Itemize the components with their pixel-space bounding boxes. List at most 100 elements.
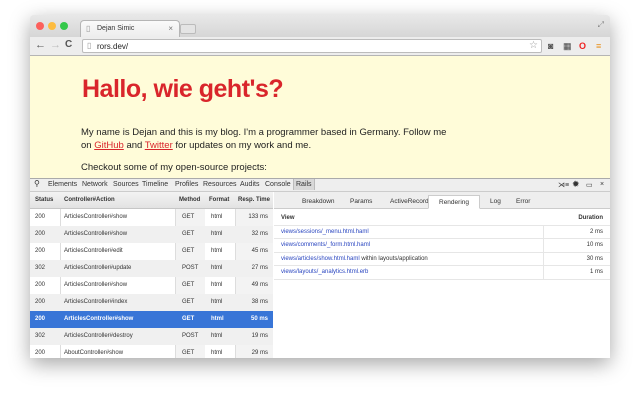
cell-format: html	[211, 248, 223, 254]
detail-tabs: Breakdown Params ActiveRecord Rendering Log E…	[274, 192, 610, 209]
opera-icon[interactable]: O	[579, 41, 586, 51]
back-icon[interactable]: ←	[35, 39, 46, 51]
devtools-tab-resources[interactable]: Resources	[203, 181, 236, 188]
rendering-row: views/sessions/_menu.html.haml 2 ms	[274, 225, 610, 239]
cell-resp-time: 38 ms	[251, 299, 268, 305]
cell-action: ArticlesController#show	[64, 282, 128, 288]
cell-format: html	[211, 231, 223, 237]
request-row[interactable]: 200 ArticlesController#show GET html 32 ms	[30, 226, 273, 243]
cell-action: ArticlesController#show	[64, 231, 128, 237]
cell-method: POST	[182, 265, 199, 271]
dock-icon[interactable]: ▭	[586, 181, 593, 189]
cell-status: 302	[35, 333, 46, 339]
detail-tab-error[interactable]: Error	[506, 195, 540, 209]
requests-table-header: Status Controller#Action Method Format R…	[30, 192, 273, 209]
intro-text: on	[81, 140, 92, 151]
cell-format: html	[211, 316, 224, 322]
github-link[interactable]: GitHub	[94, 140, 124, 151]
view-link[interactable]: views/articles/show.html.haml	[281, 256, 360, 262]
minimize-window-button[interactable]	[48, 22, 56, 30]
forward-icon[interactable]: →	[50, 39, 61, 51]
tab-title: Dejan Simic	[97, 25, 135, 32]
zoom-window-button[interactable]	[60, 22, 68, 30]
devtools-tab-rails[interactable]: Rails	[293, 179, 315, 190]
cell-method: GET	[182, 231, 195, 237]
cell-resp-time: 133 ms	[248, 214, 268, 220]
fullscreen-icon[interactable]: ⤢	[598, 20, 604, 30]
url-text: rors.dev/	[97, 42, 129, 51]
devtools-tab-timeline[interactable]: Timeline	[142, 181, 168, 188]
cell-method: GET	[182, 299, 195, 305]
view-duration: 30 ms	[543, 252, 603, 266]
cell-status: 200	[35, 316, 46, 322]
devtools-toolbar: ⚲ Elements Network Sources Timeline Prof…	[30, 178, 610, 192]
cell-method: GET	[182, 350, 195, 356]
requests-table: Status Controller#Action Method Format R…	[30, 192, 273, 358]
address-bar[interactable]: ▯ rors.dev/ ☆	[82, 39, 542, 53]
rendering-table-header: View Duration	[274, 212, 610, 226]
browser-window: ▯ Dejan Simic × ⤢ ← → C ▯ rors.dev/ ☆ ◙ ▦ O …	[30, 15, 610, 358]
column-header-action[interactable]: Controller#Action	[64, 192, 115, 209]
view-link[interactable]: views/sessions/_menu.html.haml	[281, 229, 369, 235]
request-row[interactable]: 200 ArticlesController#show GET html 133 ms	[30, 209, 273, 226]
detail-tab-params[interactable]: Params	[340, 195, 382, 209]
cell-action: ArticlesController#update	[64, 265, 132, 271]
view-link[interactable]: views/comments/_form.html.haml	[281, 242, 370, 248]
intro-paragraph: My name is Dejan and this is my blog. I'…	[81, 126, 446, 152]
search-icon[interactable]: ⚲	[34, 179, 40, 188]
page-icon: ▯	[87, 41, 92, 50]
detail-tab-breakdown[interactable]: Breakdown	[292, 195, 345, 209]
request-row[interactable]: 200 ArticlesController#edit GET html 45 ms	[30, 243, 273, 260]
cell-resp-time: 49 ms	[251, 282, 268, 288]
tab-close-icon[interactable]: ×	[168, 24, 173, 33]
request-row[interactable]: 302 ArticlesController#update POST html 27 m…	[30, 260, 273, 277]
devtools-tab-profiles[interactable]: Profiles	[175, 181, 198, 188]
drawer-icon[interactable]: ⋊≡	[558, 181, 569, 189]
view-duration: 2 ms	[543, 225, 603, 239]
close-devtools-icon[interactable]: ×	[600, 181, 604, 188]
rails-panel: Status Controller#Action Method Format R…	[30, 192, 610, 358]
cell-method: POST	[182, 333, 199, 339]
twitter-link[interactable]: Twitter	[145, 140, 173, 151]
qr-code-icon[interactable]: ▦	[563, 41, 572, 52]
request-row[interactable]: 302 ArticlesController#destroy POST html 19 …	[30, 328, 273, 345]
cell-format: html	[211, 265, 223, 271]
view-link[interactable]: views/layouts/_analytics.html.erb	[281, 269, 368, 275]
page-heading: Hallo, wie geht's?	[82, 75, 284, 103]
devtools-tab-audits[interactable]: Audits	[240, 181, 259, 188]
cell-status: 200	[35, 282, 46, 288]
request-row[interactable]: 200 ArticlesController#show GET html 50 ms	[30, 311, 273, 328]
cell-format: html	[211, 282, 223, 288]
close-window-button[interactable]	[36, 22, 44, 30]
request-row[interactable]: 200 AboutController#show GET html 29 ms	[30, 345, 273, 358]
cell-format: html	[211, 214, 223, 220]
cell-status: 200	[35, 299, 46, 305]
cell-method: GET	[182, 282, 195, 288]
detail-tab-rendering[interactable]: Rendering	[428, 195, 480, 209]
new-tab-button[interactable]	[180, 24, 196, 34]
pocket-icon[interactable]: ◙	[548, 41, 553, 51]
column-header-status[interactable]: Status	[35, 192, 53, 209]
browser-tab[interactable]: ▯ Dejan Simic ×	[80, 20, 180, 37]
request-row[interactable]: 200 ArticlesController#index GET html 38 ms	[30, 294, 273, 311]
cell-status: 200	[35, 350, 46, 356]
column-header-resp-time[interactable]: Resp. Time	[238, 192, 270, 209]
devtools-tab-sources[interactable]: Sources	[113, 181, 139, 188]
devtools-tab-network[interactable]: Network	[82, 181, 108, 188]
column-header-method[interactable]: Method	[179, 192, 200, 209]
rendering-row: views/layouts/_analytics.html.erb 1 ms	[274, 266, 610, 280]
devtools-tab-console[interactable]: Console	[265, 181, 291, 188]
settings-gear-icon[interactable]: ✹	[572, 179, 580, 190]
bookmark-star-icon[interactable]: ☆	[529, 40, 538, 51]
cell-action: ArticlesController#edit	[64, 248, 123, 254]
column-header-format[interactable]: Format	[209, 192, 229, 209]
cell-method: GET	[182, 214, 195, 220]
cell-method: GET	[182, 316, 195, 322]
projects-text: Checkout some of my open-source projects…	[81, 162, 267, 173]
cell-resp-time: 29 ms	[251, 350, 268, 356]
request-row[interactable]: 200 ArticlesController#show GET html 49 ms	[30, 277, 273, 294]
tab-strip: ▯ Dejan Simic × ⤢	[30, 15, 610, 37]
devtools-tab-elements[interactable]: Elements	[48, 181, 77, 188]
reload-icon[interactable]: C	[65, 39, 72, 50]
menu-icon[interactable]: ≡	[596, 41, 601, 51]
